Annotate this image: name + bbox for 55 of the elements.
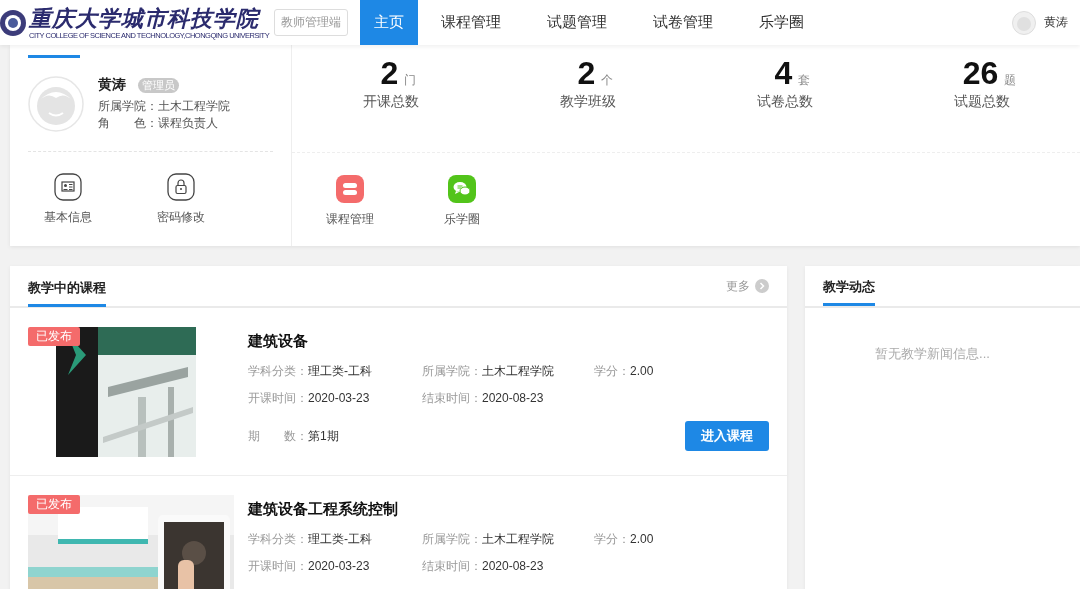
- course-field: 所属学院：土木工程学院: [422, 363, 594, 380]
- status-badge: 已发布: [28, 495, 80, 514]
- stat-label: 教学班级: [559, 93, 616, 111]
- stat-unit: 个: [601, 72, 614, 89]
- empty-message: 暂无教学新闻信息...: [874, 345, 991, 363]
- user-name[interactable]: 黄涛: [1044, 14, 1068, 31]
- nav-tab[interactable]: 试卷管理: [630, 0, 736, 45]
- course-field: 学科分类：理工类-工科: [248, 363, 422, 380]
- id-card-icon: [54, 173, 82, 201]
- course-field: 开课时间：2020-03-23: [248, 390, 422, 407]
- profile-field: 角 色：课程负责人: [98, 115, 230, 132]
- lock-icon: [167, 173, 195, 201]
- course-field: 期 数：第1期: [248, 427, 422, 445]
- logo-title: 重庆大学城市科技学院: [29, 4, 262, 31]
- stat-unit: 题: [1004, 72, 1017, 89]
- status-badge: 已发布: [28, 327, 80, 346]
- stat-value: 2: [577, 55, 596, 91]
- profile-name: 黄涛: [98, 76, 126, 94]
- nav-tab[interactable]: 乐学圈: [736, 0, 827, 45]
- course-field: 学科分类：理工类-工科: [248, 531, 422, 548]
- section-tab[interactable]: 教学中的课程: [28, 267, 106, 307]
- stat-value: 2: [380, 55, 399, 91]
- course-title[interactable]: 建筑设备: [248, 332, 769, 351]
- link-label: 乐学圈: [444, 211, 480, 228]
- course-field: 开课时间：2020-03-23: [248, 558, 422, 575]
- quick-link[interactable]: 乐学圈: [432, 175, 492, 228]
- stat-value: 26: [962, 55, 999, 91]
- stat-unit: 套: [798, 72, 811, 89]
- nav-tab[interactable]: 试题管理: [524, 0, 630, 45]
- avatar-icon[interactable]: [1012, 10, 1036, 35]
- profile-field: 所属学院：土木工程学院: [98, 98, 230, 115]
- stat-label: 试卷总数: [756, 93, 813, 111]
- nav-tab[interactable]: 课程管理: [418, 0, 524, 45]
- portal-badge: 教师管理端: [274, 9, 349, 36]
- chevron-right-icon: [755, 279, 769, 293]
- section-tab[interactable]: 教学动态: [823, 266, 875, 306]
- profile-action[interactable]: 基本信息: [38, 173, 98, 226]
- stat-label: 试题总数: [953, 93, 1010, 111]
- course-title[interactable]: 建筑设备工程系统控制: [248, 500, 769, 519]
- action-label: 密码修改: [157, 209, 205, 226]
- quick-link[interactable]: 课程管理: [320, 175, 380, 228]
- course-field: 所属学院：土木工程学院: [422, 531, 594, 548]
- stat-unit: 门: [404, 72, 417, 89]
- link-label: 课程管理: [326, 211, 374, 228]
- action-label: 基本信息: [44, 209, 92, 226]
- course-field: 结束时间：2020-08-23: [422, 390, 594, 407]
- stat-value: 4: [774, 55, 793, 91]
- course-field: 学分：2.00: [594, 363, 654, 380]
- stat-label: 开课总数: [362, 93, 419, 111]
- nav-tab[interactable]: 主页: [360, 0, 418, 45]
- profile-action[interactable]: 密码修改: [151, 173, 211, 226]
- avatar-icon: [28, 76, 84, 132]
- course-field: 结束时间：2020-08-23: [422, 558, 594, 575]
- enter-course-button[interactable]: 进入课程: [685, 421, 769, 451]
- course-field: 学分：2.00: [594, 531, 654, 548]
